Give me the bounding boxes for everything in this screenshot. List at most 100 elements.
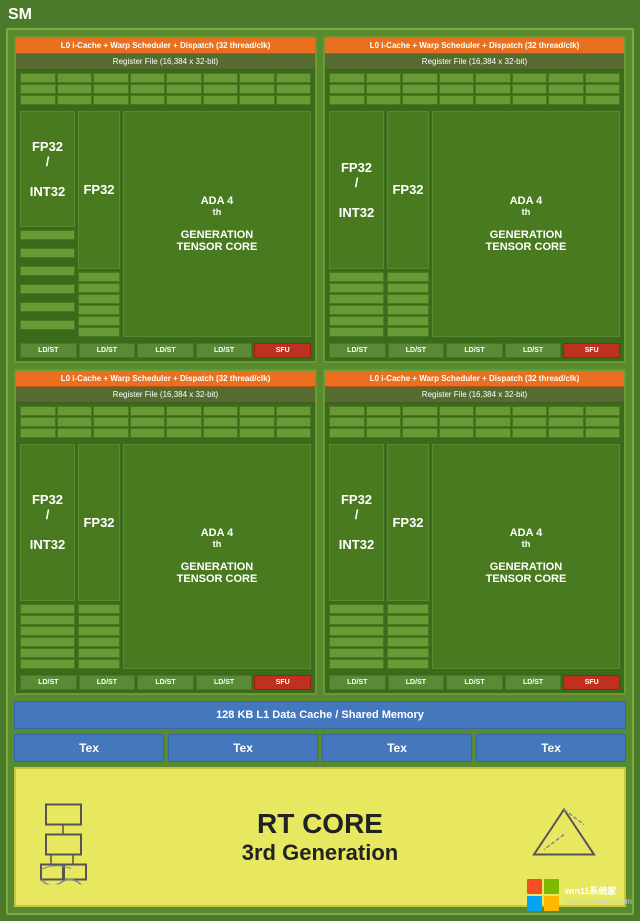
reg-cell [130, 406, 166, 416]
core-cell [329, 659, 384, 669]
reg-cell [20, 73, 56, 83]
reg-cell [548, 406, 584, 416]
reg-cell [166, 84, 202, 94]
reg-cell [239, 417, 275, 427]
core-cell [78, 305, 120, 315]
core-cell [78, 272, 120, 282]
reg-cell [439, 428, 475, 438]
reg-cell [93, 95, 129, 105]
watermark-site: win11系统家 [565, 884, 632, 897]
core-cell [20, 615, 75, 625]
reg-cell [93, 428, 129, 438]
fp32-col-1: FP32 [78, 111, 120, 337]
watermark: win11系统家 www.relsound.com [525, 877, 632, 913]
tex-row: Tex Tex Tex Tex [8, 729, 632, 767]
reg-cell [20, 84, 56, 94]
core-cell [387, 604, 429, 614]
watermark-url: www.relsound.com [565, 897, 632, 906]
reg-cell [402, 417, 438, 427]
fp32-col-4: FP32 [387, 444, 429, 670]
reg-cell [130, 95, 166, 105]
reg-cell [512, 406, 548, 416]
ldst-12: LD/ST [196, 675, 253, 690]
quadrant-4: L0 i-Cache + Warp Scheduler + Dispatch (… [323, 369, 626, 696]
sfu-1: SFU [254, 343, 311, 358]
win11-logo-icon [525, 877, 561, 913]
ldst-7: LD/ST [446, 343, 503, 358]
reg-cell [276, 73, 312, 83]
core-cell [387, 316, 429, 326]
fp32-int32-label-1: FP32/INT32 [20, 111, 75, 227]
core-cell [20, 284, 75, 294]
reg-cell [548, 84, 584, 94]
reg-cell [203, 84, 239, 94]
reg-cell [276, 428, 312, 438]
core-cell [387, 659, 429, 669]
register-file-3: Register File (16,384 x 32-bit) [16, 387, 315, 403]
reg-cell [20, 428, 56, 438]
reg-cell [93, 406, 129, 416]
core-cell [387, 327, 429, 337]
reg-cell [512, 95, 548, 105]
reg-cell [475, 95, 511, 105]
reg-cell [512, 428, 548, 438]
reg-cell [439, 95, 475, 105]
reg-cell [239, 95, 275, 105]
reg-cell [57, 428, 93, 438]
reg-cell [439, 417, 475, 427]
core-cell [20, 248, 75, 258]
rt-core-title: RT CORE [242, 808, 398, 840]
reg-cell [366, 417, 402, 427]
ldst-14: LD/ST [388, 675, 445, 690]
core-cell [387, 283, 429, 293]
core-area-3: FP32/INT32 FP32 [16, 441, 315, 673]
ldst-4: LD/ST [196, 343, 253, 358]
outer-container: L0 i-Cache + Warp Scheduler + Dispatch (… [6, 28, 634, 915]
reg-cell [329, 95, 365, 105]
ldst-8: LD/ST [505, 343, 562, 358]
reg-cell [512, 84, 548, 94]
reg-cell [329, 417, 365, 427]
core-area-2: FP32/INT32 FP32 [325, 108, 624, 340]
reg-cell [439, 406, 475, 416]
reg-cell [239, 406, 275, 416]
quadrant-3: L0 i-Cache + Warp Scheduler + Dispatch (… [14, 369, 317, 696]
reg-cell [57, 84, 93, 94]
core-cell [329, 327, 384, 337]
l0-header-1: L0 i-Cache + Warp Scheduler + Dispatch (… [16, 38, 315, 54]
reg-cell [203, 428, 239, 438]
sm-label: SM [8, 6, 32, 24]
reg-cell [166, 73, 202, 83]
core-cell [387, 615, 429, 625]
rt-shape-left [36, 785, 136, 890]
rt-core-text: RT CORE 3rd Generation [242, 808, 398, 866]
bottom-units-2: LD/ST LD/ST LD/ST LD/ST SFU [325, 340, 624, 361]
ldst-1: LD/ST [20, 343, 77, 358]
reg-cell [512, 73, 548, 83]
reg-cell [366, 84, 402, 94]
fp32-label-1: FP32 [78, 111, 120, 269]
fp32-int32-label-3: FP32/INT32 [20, 444, 75, 602]
core-cell [20, 230, 75, 240]
core-cell [78, 648, 120, 658]
fp32-int32-label-4: FP32/INT32 [329, 444, 384, 602]
rt-shape-right [524, 795, 604, 880]
ldst-9: LD/ST [20, 675, 77, 690]
reg-cell [329, 428, 365, 438]
ada-tensor-2: ADA 4thGENERATIONTENSOR CORE [432, 111, 620, 337]
l0-header-3: L0 i-Cache + Warp Scheduler + Dispatch (… [16, 371, 315, 387]
tex-box-1: Tex [14, 734, 164, 762]
sfu-2: SFU [563, 343, 620, 358]
bottom-units-1: LD/ST LD/ST LD/ST LD/ST SFU [16, 340, 315, 361]
sfu-4: SFU [563, 675, 620, 690]
quadrant-1: L0 i-Cache + Warp Scheduler + Dispatch (… [14, 36, 317, 363]
core-cell [20, 659, 75, 669]
register-file-4: Register File (16,384 x 32-bit) [325, 387, 624, 403]
reg-cell [203, 406, 239, 416]
ldst-16: LD/ST [505, 675, 562, 690]
core-cell [329, 637, 384, 647]
tex-box-3: Tex [322, 734, 472, 762]
reg-cell [130, 84, 166, 94]
tex-box-2: Tex [168, 734, 318, 762]
l1-cache-bar: 128 KB L1 Data Cache / Shared Memory [14, 701, 626, 729]
